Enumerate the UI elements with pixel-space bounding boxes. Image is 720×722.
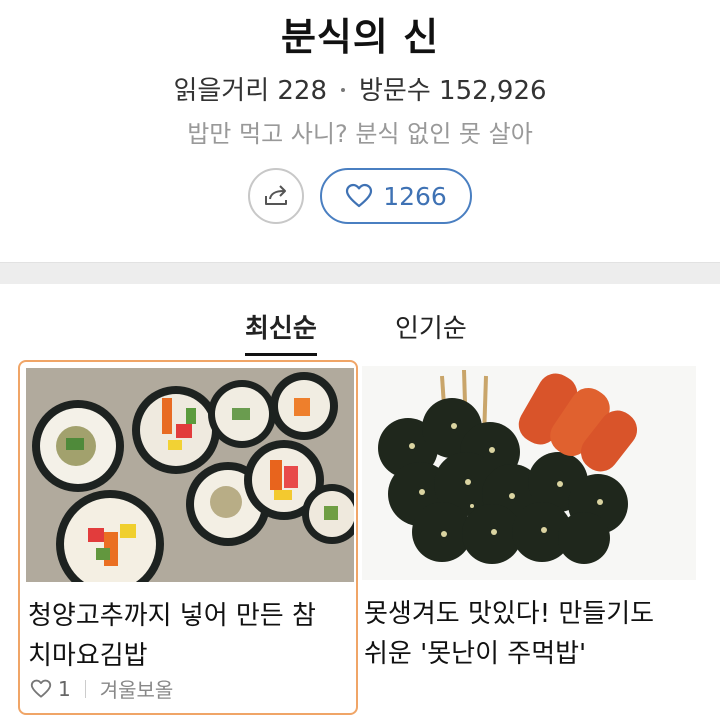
blog-tagline: 밥만 먹고 사니? 분식 없인 못 살아 (187, 120, 533, 148)
post-title-line: 쉬운 '못난이 주먹밥' (364, 639, 587, 669)
visitors-count: 방문수 152,926 (359, 76, 547, 106)
section-divider (0, 262, 720, 284)
page-title: 분식의 신 (280, 15, 440, 59)
post-title-line: 못생겨도 맛있다! 만들기도 (364, 599, 655, 629)
rice-ball-photo (362, 366, 696, 580)
tab-popular[interactable]: 인기순 (395, 308, 467, 353)
sort-tabs: 최신순 인기순 (0, 284, 720, 360)
post-title-line: 청양고추까지 넣어 만든 참 (28, 601, 316, 631)
like-button[interactable]: 1266 (320, 168, 472, 224)
heart-icon (346, 183, 373, 208)
kimbap-photo (26, 368, 354, 582)
post-like-count: 1 (58, 676, 71, 701)
post-card[interactable]: 청양고추까지 넣어 만든 참 치마요김밥 1 겨울보올 (18, 360, 358, 715)
post-author[interactable]: 겨울보올 (100, 674, 174, 703)
post-title[interactable]: 못생겨도 맛있다! 만들기도 쉬운 '못난이 주먹밥' (362, 594, 702, 674)
blog-stats: 읽을거리 228 방문수 152,926 (0, 70, 720, 107)
separator-dot (341, 87, 346, 92)
post-title-line: 치마요김밥 (28, 641, 148, 671)
post-title[interactable]: 청양고추까지 넣어 만든 참 치마요김밥 (26, 596, 350, 676)
meta-separator (84, 679, 86, 698)
tab-latest[interactable]: 최신순 (245, 308, 317, 356)
like-count: 1266 (383, 181, 447, 211)
post-card[interactable]: 못생겨도 맛있다! 만들기도 쉬운 '못난이 주먹밥' (362, 360, 702, 715)
reads-count: 읽을거리 228 (173, 76, 328, 106)
post-meta: 1 겨울보올 (30, 674, 173, 703)
share-icon (265, 185, 287, 205)
share-button[interactable] (248, 168, 304, 224)
heart-icon (30, 679, 52, 698)
post-likes: 1 (30, 677, 71, 701)
blog-header: 분식의 신 읽을거리 228 방문수 152,926 밥만 먹고 사니? 분식 없… (0, 0, 720, 262)
